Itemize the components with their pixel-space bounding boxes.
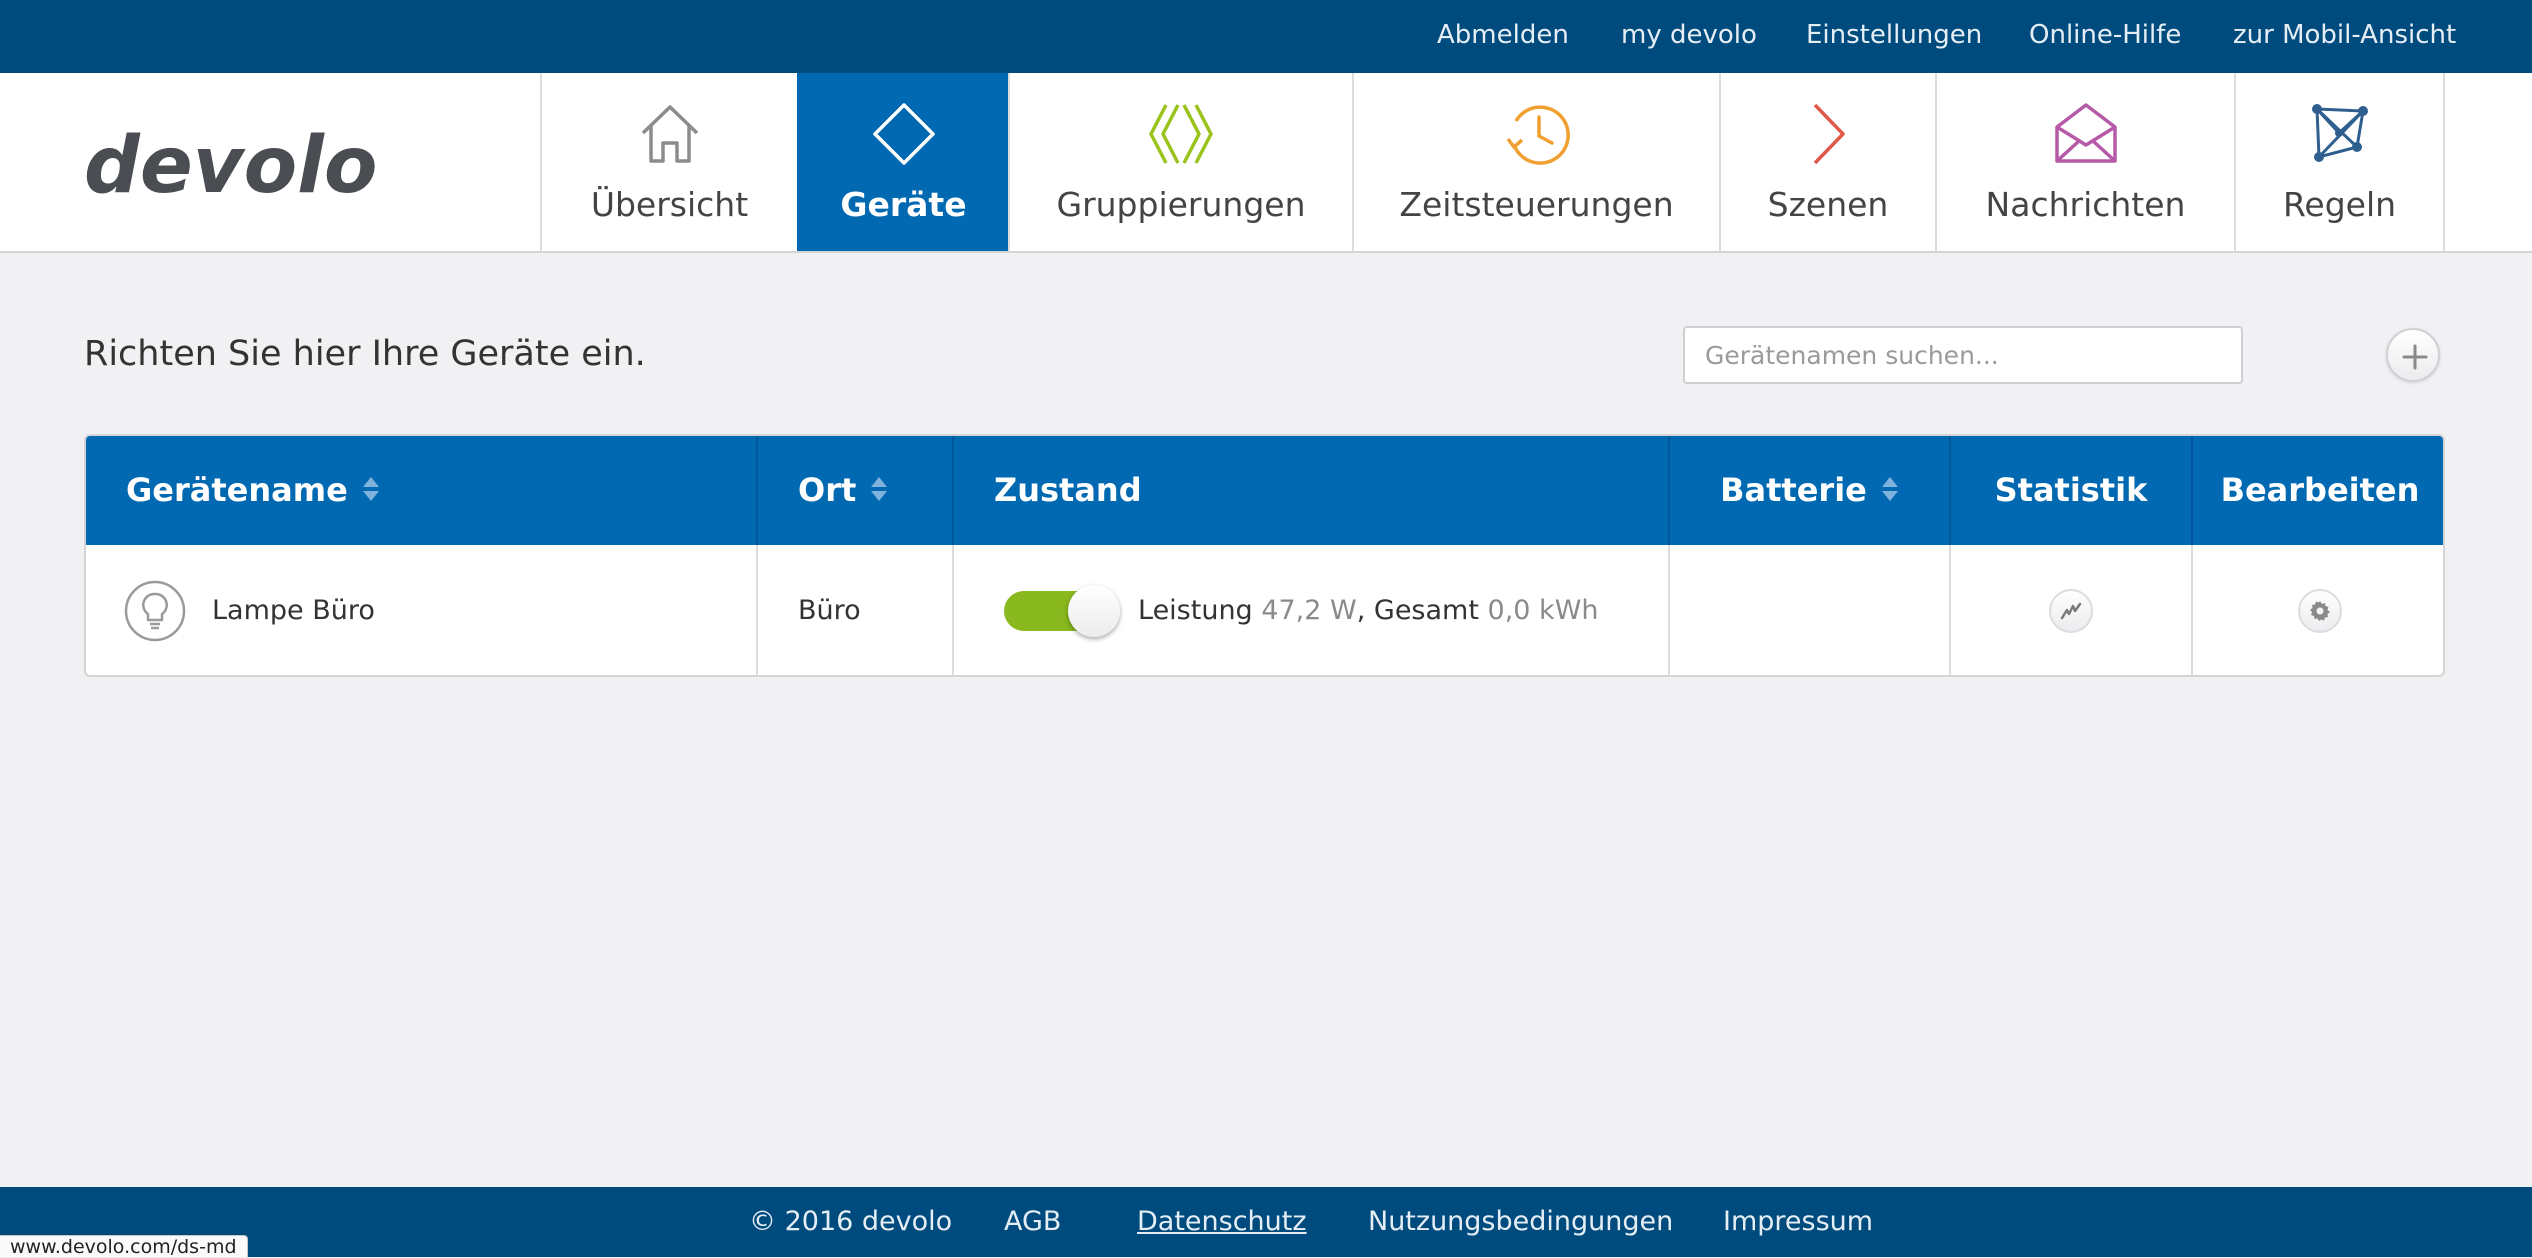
add-device-button[interactable] xyxy=(2386,328,2440,382)
footer-link-datenschutz[interactable]: Datenschutz xyxy=(1137,1205,1307,1239)
tab-uebersicht[interactable]: Übersicht xyxy=(540,73,797,251)
lightbulb-icon xyxy=(124,580,186,642)
device-power-toggle[interactable] xyxy=(1004,585,1124,637)
copyright-text: © 2016 devolo xyxy=(749,1206,953,1237)
device-name[interactable]: Lampe Büro xyxy=(212,545,375,675)
online-help-link[interactable]: Online-Hilfe xyxy=(2029,18,2181,52)
tab-label: Zeitsteuerungen xyxy=(1399,185,1674,224)
tab-label: Gruppierungen xyxy=(1056,185,1306,224)
footer-link-impressum[interactable]: Impressum xyxy=(1723,1205,1873,1239)
column-header-statistics: Statistik xyxy=(1949,436,2191,545)
devolo-logo[interactable]: devolo xyxy=(84,126,434,206)
logout-link[interactable]: Abmelden xyxy=(1437,18,1569,52)
play-icon xyxy=(1813,103,1845,165)
mobile-view-link[interactable]: zur Mobil-Ansicht xyxy=(2233,18,2456,52)
total-value: 0,0 kWh xyxy=(1487,595,1599,626)
tab-label: Geräte xyxy=(840,185,967,224)
sort-icon xyxy=(1881,477,1898,501)
clock-icon xyxy=(1506,105,1570,165)
my-devolo-link[interactable]: my devolo xyxy=(1621,18,1757,52)
home-icon xyxy=(641,105,698,163)
table-row-name-cell: Lampe Büro xyxy=(86,545,756,675)
tab-label: Szenen xyxy=(1767,185,1889,224)
sort-icon xyxy=(871,477,888,501)
table-row-battery-cell xyxy=(1668,545,1949,675)
envelope-icon xyxy=(2054,103,2117,163)
device-search-input[interactable] xyxy=(1683,326,2243,384)
power-label: Leistung xyxy=(1138,595,1253,626)
gear-icon xyxy=(2310,601,2330,621)
power-value: 47,2 W xyxy=(1261,595,1357,626)
footer: © 2016 devolo AGB Datenschutz Nutzungsbe… xyxy=(0,1187,2532,1257)
table-row-statistics-cell xyxy=(1949,545,2191,675)
toggle-knob xyxy=(1068,585,1120,637)
separator: , xyxy=(1356,595,1366,626)
groups-icon xyxy=(1149,104,1213,164)
settings-link[interactable]: Einstellungen xyxy=(1806,18,1982,52)
tab-label: Übersicht xyxy=(590,185,749,224)
svg-text:devolo: devolo xyxy=(84,126,378,206)
tab-label: Nachrichten xyxy=(1985,185,2186,224)
total-label: Gesamt xyxy=(1373,595,1479,626)
sort-icon xyxy=(362,477,379,501)
diamond-icon xyxy=(872,103,935,165)
tab-geraete[interactable]: Geräte xyxy=(797,73,1008,251)
tab-label: Regeln xyxy=(2282,185,2397,224)
page-title: Richten Sie hier Ihre Geräte ein. xyxy=(84,334,646,374)
plus-icon xyxy=(2402,344,2428,370)
browser-status-url: www.devolo.com/ds-md xyxy=(0,1235,248,1258)
column-header-name[interactable]: Gerätename xyxy=(86,436,756,545)
main-nav: devolo Übersicht Geräte Gruppierungen Ze… xyxy=(0,73,2532,253)
column-header-state: Zustand xyxy=(952,436,1668,545)
table-row-location-cell: Büro xyxy=(756,545,952,675)
table-row-state-cell: Leistung 47,2 W, Gesamt 0,0 kWh xyxy=(952,545,1668,675)
edit-device-button[interactable] xyxy=(2298,589,2342,633)
column-header-battery[interactable]: Batterie xyxy=(1668,436,1949,545)
tab-gruppierungen[interactable]: Gruppierungen xyxy=(1008,73,1352,251)
tab-szenen[interactable]: Szenen xyxy=(1719,73,1935,251)
chart-line-icon xyxy=(2060,602,2082,620)
table-row-edit-cell xyxy=(2191,545,2443,675)
column-header-edit: Bearbeiten xyxy=(2191,436,2443,545)
table-header: Gerätename Ort Zustand Batterie Statisti… xyxy=(86,436,2443,545)
tab-regeln[interactable]: Regeln xyxy=(2234,73,2443,251)
statistics-button[interactable] xyxy=(2049,589,2093,633)
top-bar: Abmelden my devolo Einstellungen Online-… xyxy=(0,0,2532,73)
device-location: Büro xyxy=(798,595,861,626)
footer-link-nutzungsbedingungen[interactable]: Nutzungsbedingungen xyxy=(1368,1205,1673,1239)
column-header-location[interactable]: Ort xyxy=(756,436,952,545)
tab-zeitsteuerungen[interactable]: Zeitsteuerungen xyxy=(1352,73,1719,251)
nav-divider xyxy=(2443,73,2445,251)
tab-nachrichten[interactable]: Nachrichten xyxy=(1935,73,2234,251)
footer-link-agb[interactable]: AGB xyxy=(1004,1205,1061,1239)
device-table: Gerätename Ort Zustand Batterie Statisti… xyxy=(84,434,2445,677)
network-icon xyxy=(2311,104,2368,162)
